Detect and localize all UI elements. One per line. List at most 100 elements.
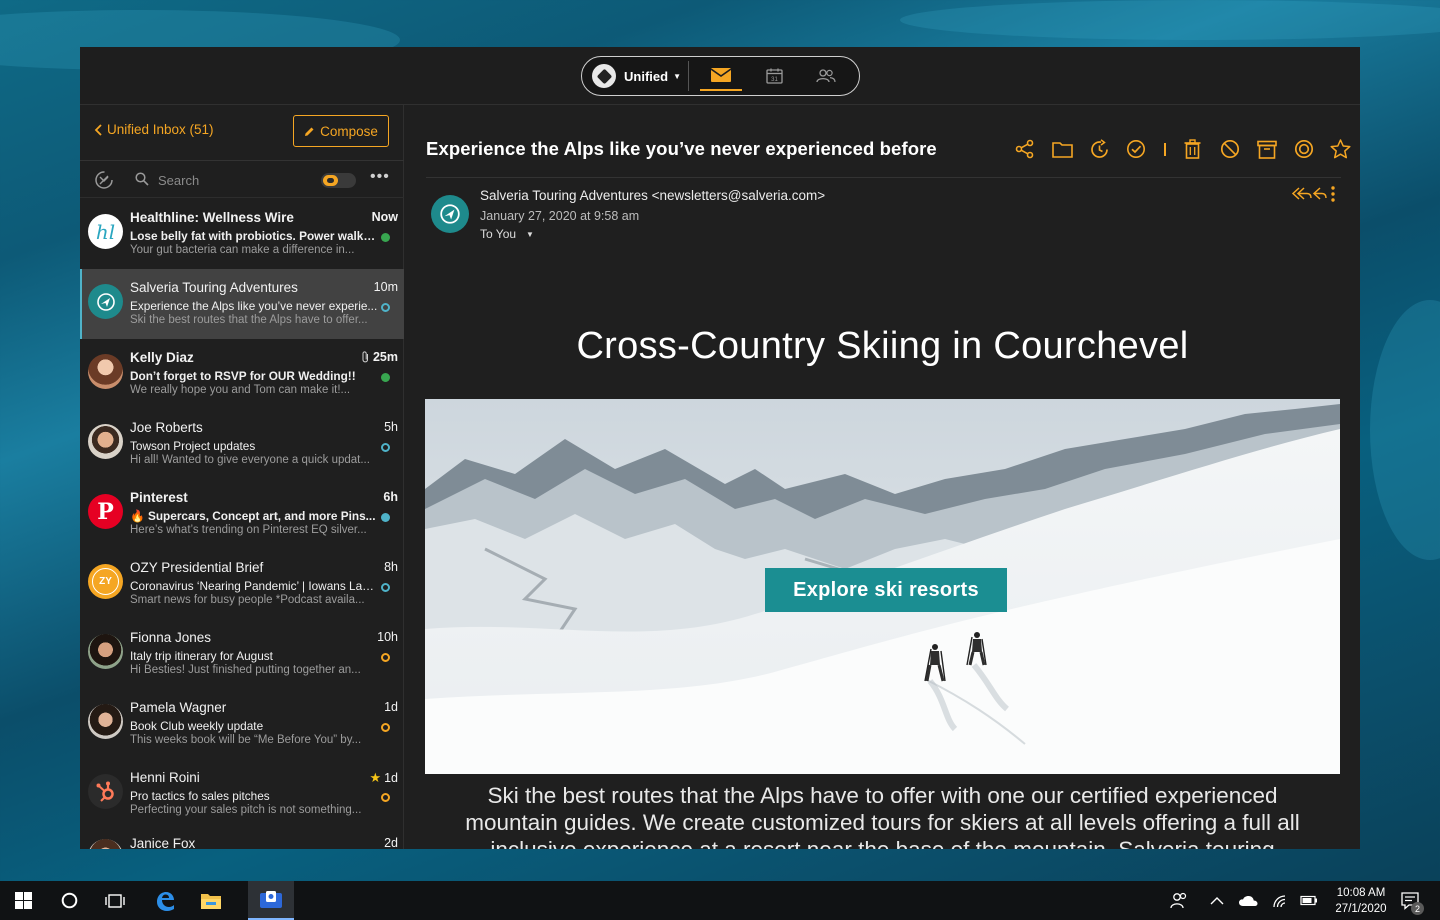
message-preview: Perfecting your sales pitch is not somet… <box>130 804 362 816</box>
sender-name-email[interactable]: Salveria Touring Adventures <newsletters… <box>480 188 825 203</box>
list-item[interactable]: P Pinterest 6h 🔥 Supercars, Concept art,… <box>80 479 404 549</box>
time-label: Now <box>371 210 398 224</box>
action-center-button[interactable]: 2 <box>1396 881 1426 920</box>
start-button[interactable] <box>0 881 46 920</box>
list-more-button[interactable]: ••• <box>370 168 390 186</box>
message-preview: Your gut bacteria can make a difference … <box>130 244 355 256</box>
wifi-icon <box>1273 894 1286 907</box>
explore-ski-resorts-button[interactable]: Explore ski resorts <box>765 568 1007 612</box>
message-time: 8h <box>384 560 398 574</box>
message-list: hl Healthline: Wellness Wire Now Lose be… <box>80 199 404 849</box>
sync-icon[interactable] <box>93 169 115 191</box>
reply-all-icon[interactable] <box>1291 186 1327 202</box>
list-item[interactable]: Pamela Wagner 1d Book Club weekly update… <box>80 689 404 759</box>
network-button[interactable] <box>1266 881 1294 920</box>
message-preview: Smart news for busy people *Podcast avai… <box>130 594 365 606</box>
list-item[interactable]: hl Healthline: Wellness Wire Now Lose be… <box>80 199 404 269</box>
focus-button[interactable] <box>1291 136 1317 162</box>
share-button[interactable] <box>1012 136 1038 162</box>
file-explorer-button[interactable] <box>188 881 234 920</box>
snooze-icon <box>1090 138 1108 158</box>
flag-ring <box>381 653 390 662</box>
cortana-button[interactable] <box>46 881 92 920</box>
list-item[interactable]: ZY OZY Presidential Brief 8h Coronavirus… <box>80 549 404 619</box>
message-subject: Pro tactics fo sales pitches <box>130 789 270 803</box>
mail-app-taskbar-button[interactable] <box>248 881 294 920</box>
avatar <box>88 284 123 319</box>
mail-app-icon <box>260 890 282 908</box>
message-subject: Towson Project updates <box>130 439 256 453</box>
message-subject: Coronavirus ‘Nearing Pandemic’ | Iowans … <box>130 579 378 593</box>
message-preview: Ski the best routes that the Alps have t… <box>130 314 368 326</box>
cloud-icon <box>1239 895 1258 906</box>
avatar <box>88 424 123 459</box>
avatar: hl <box>88 214 123 249</box>
message-list-pane: Unified Inbox (51) Compose ••• hl Health… <box>80 105 404 849</box>
time-label: 10h <box>377 630 398 644</box>
subject-text: Supercars, Concept art, and more Pins... <box>147 509 376 523</box>
compose-button[interactable]: Compose <box>293 115 389 147</box>
list-item[interactable]: Salveria Touring Adventures 10m Experien… <box>80 269 404 339</box>
star-icon: ★ <box>369 770 382 785</box>
tab-calendar[interactable]: 31 <box>753 61 795 91</box>
message-subject: Experience the Alps like you’ve never ex… <box>130 299 378 313</box>
star-icon <box>1330 139 1351 159</box>
list-item[interactable]: Henni Roini ★ 1d Pro tactics fo sales pi… <box>80 759 404 829</box>
calendar-icon: 31 <box>765 68 783 84</box>
calendar-day: 31 <box>771 77 778 83</box>
delete-button[interactable] <box>1180 136 1206 162</box>
account-cube-icon <box>592 64 616 88</box>
folder-icon <box>1051 141 1073 158</box>
focused-filter-toggle[interactable] <box>321 173 356 188</box>
notification-count-badge: 2 <box>1411 902 1424 915</box>
task-view-button[interactable] <box>92 881 138 920</box>
message-time: 10m <box>374 280 398 294</box>
time-label: 1d <box>384 771 398 785</box>
snooze-button[interactable] <box>1086 136 1112 162</box>
message-sender: OZY Presidential Brief <box>130 560 264 575</box>
avatar <box>88 839 123 849</box>
people-taskbar-button[interactable] <box>1164 881 1194 920</box>
message-subject: Book Club weekly update <box>130 719 264 733</box>
more-vertical-icon[interactable] <box>1330 185 1336 203</box>
mark-done-button[interactable] <box>1123 136 1149 162</box>
tab-mail[interactable] <box>700 61 742 91</box>
back-to-inbox-link[interactable]: Unified Inbox (51) <box>94 122 214 137</box>
chevron-up-icon <box>1210 897 1224 905</box>
email-action-toolbar <box>1012 136 1360 162</box>
mail-app-window: Unified ▼ 31 Unified Inbox (51) Compose … <box>80 47 1360 849</box>
list-item[interactable]: Janice Fox 2d <box>80 829 404 849</box>
onedrive-button[interactable] <box>1234 881 1262 920</box>
list-item[interactable]: Kelly Diaz 25m Don’t forget to RSVP for … <box>80 339 404 409</box>
time-label: 10m <box>373 280 398 294</box>
move-to-folder-button[interactable] <box>1049 136 1075 162</box>
compose-label: Compose <box>320 123 378 139</box>
cortana-circle-icon <box>61 892 77 909</box>
clock-time: 10:08 AM <box>1336 887 1386 899</box>
star-button[interactable] <box>1328 136 1354 162</box>
edge-browser-button[interactable] <box>142 881 188 920</box>
windows-logo-icon <box>14 892 32 909</box>
block-sender-button[interactable] <box>1217 136 1243 162</box>
message-sender: Healthline: Wellness Wire <box>130 210 294 225</box>
people-icon <box>816 69 836 83</box>
message-time: ★ 1d <box>369 770 398 786</box>
time-label: 1d <box>384 700 398 714</box>
search-input[interactable] <box>158 169 308 191</box>
message-time: 10h <box>377 630 398 644</box>
message-sender: Joe Roberts <box>130 420 203 435</box>
account-selector[interactable]: Unified ▼ <box>592 64 681 88</box>
message-subject: 🔥 Supercars, Concept art, and more Pins.… <box>130 509 378 523</box>
message-sender: Janice Fox <box>130 836 196 849</box>
recipient-toggle[interactable]: To You ▼ <box>480 227 534 241</box>
message-time: Now <box>372 210 398 224</box>
read-ring <box>381 443 390 452</box>
system-clock[interactable]: 10:08 AM 27/1/2020 <box>1318 885 1404 917</box>
message-sender: Fionna Jones <box>130 630 212 645</box>
avatar: ZY <box>88 564 123 599</box>
list-item[interactable]: Fionna Jones 10h Italy trip itinerary fo… <box>80 619 404 689</box>
tab-people[interactable] <box>805 61 847 91</box>
archive-button[interactable] <box>1254 136 1280 162</box>
show-hidden-icons-button[interactable] <box>1204 881 1230 920</box>
list-item[interactable]: Joe Roberts 5h Towson Project updates Hi… <box>80 409 404 479</box>
